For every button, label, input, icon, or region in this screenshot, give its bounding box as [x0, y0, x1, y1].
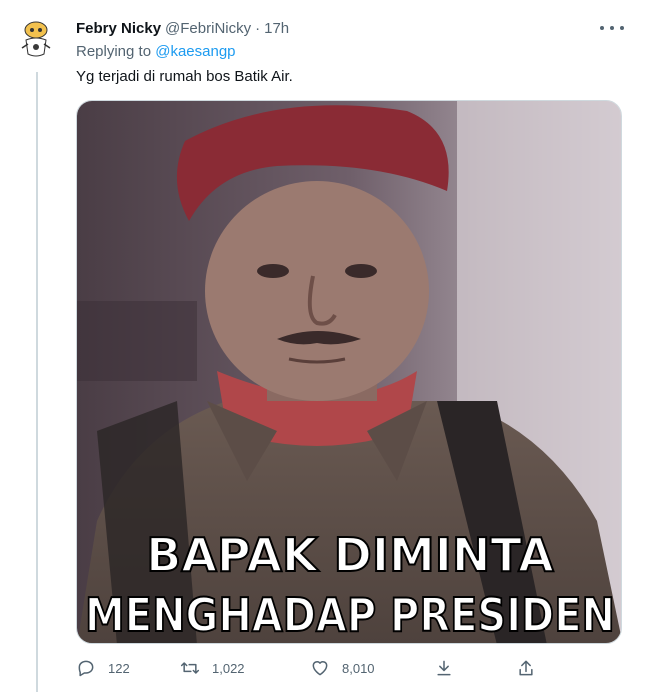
like-button[interactable]: 8,010: [310, 656, 375, 680]
like-count: 8,010: [342, 660, 375, 676]
separator-dot: ·: [255, 19, 261, 37]
retweet-icon: [180, 662, 200, 674]
share-icon: [519, 660, 533, 676]
download-button[interactable]: [434, 656, 454, 680]
retweet-button[interactable]: 1,022: [180, 656, 245, 680]
reply-icon: [78, 660, 94, 677]
tweet-time[interactable]: 17h: [264, 20, 289, 37]
tweet-actions: 122 1,022 8,010: [76, 656, 546, 680]
author-name[interactable]: Febry Nicky: [76, 20, 161, 37]
thread-line: [36, 72, 38, 692]
replying-prefix: Replying to: [76, 43, 152, 60]
meme-caption-line2: MENGHADAP PRESIDEN: [85, 588, 615, 642]
replying-to: Replying to @kaesangp: [76, 43, 236, 60]
share-button[interactable]: [516, 656, 536, 680]
avatar[interactable]: [12, 14, 60, 62]
tweet-media[interactable]: BAPAK DIMINTA MENGHADAP PRESIDEN: [76, 100, 622, 644]
download-icon: [437, 660, 451, 676]
more-icon[interactable]: [600, 20, 624, 36]
replying-to-link[interactable]: @kaesangp: [155, 43, 235, 60]
retweet-count: 1,022: [212, 660, 245, 676]
heart-icon: [312, 661, 328, 676]
author-handle[interactable]: @FebriNicky: [165, 20, 251, 37]
reply-count: 122: [108, 660, 130, 676]
tweet-text: Yg terjadi di rumah bos Batik Air.: [76, 68, 293, 85]
reply-button[interactable]: 122: [76, 656, 130, 680]
tweet-header: Febry Nicky @FebriNicky · 17h: [76, 18, 289, 38]
tweet: Febry Nicky @FebriNicky · 17h Replying t…: [0, 0, 650, 692]
meme-caption-line1: BAPAK DIMINTA: [146, 528, 554, 582]
